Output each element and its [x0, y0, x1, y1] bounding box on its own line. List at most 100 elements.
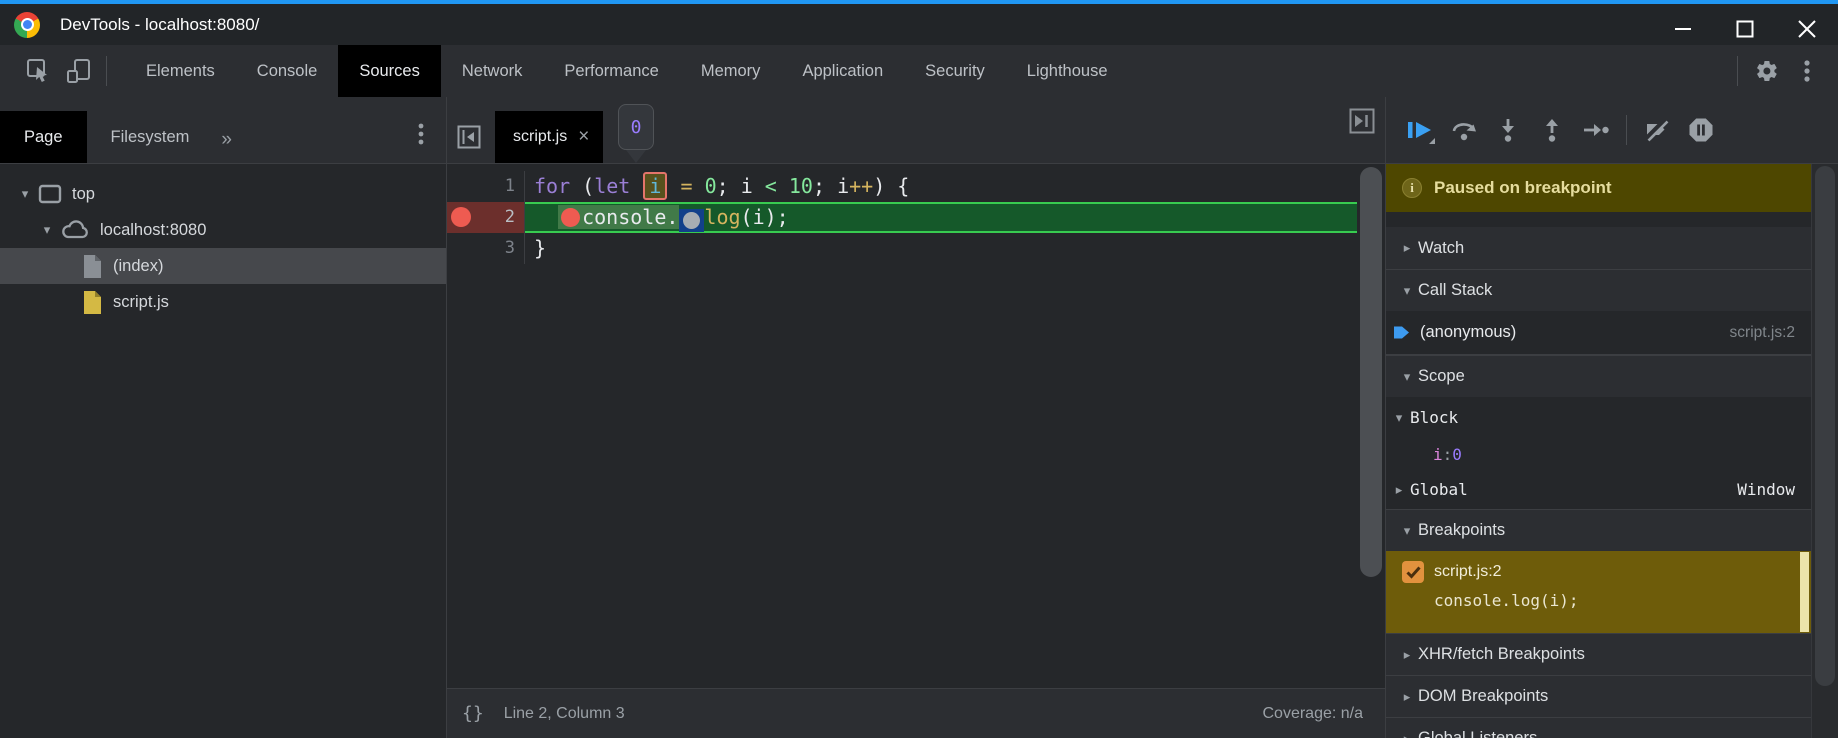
- tab-sources[interactable]: Sources: [338, 45, 441, 97]
- section-xhr-breakpoints[interactable]: ▸ XHR/fetch Breakpoints: [1386, 633, 1811, 675]
- code-token: ; i: [717, 174, 765, 198]
- code-line-content[interactable]: }: [525, 233, 1357, 264]
- tab-network[interactable]: Network: [441, 45, 544, 97]
- devtools-window: DevTools - localhost:8080/: [0, 0, 1838, 738]
- scope-global[interactable]: ▸ Global Window: [1386, 470, 1811, 509]
- collapse-arrow-icon: ▾: [1396, 523, 1418, 539]
- code-token: [534, 205, 558, 229]
- tree-item--index-[interactable]: (index): [0, 248, 446, 284]
- show-debugger-icon[interactable]: [1349, 108, 1375, 134]
- device-toolbar-icon[interactable]: [64, 56, 94, 86]
- title-bar: DevTools - localhost:8080/: [0, 0, 1838, 45]
- code-token: =: [680, 174, 692, 198]
- breakpoint-dot-icon[interactable]: [451, 207, 471, 227]
- expand-arrow-icon[interactable]: ▾: [36, 222, 58, 238]
- close-button[interactable]: [1776, 8, 1838, 49]
- code-token: [668, 174, 680, 198]
- section-breakpoints[interactable]: ▾ Breakpoints: [1386, 509, 1811, 551]
- editor-scrollbar-thumb[interactable]: [1360, 167, 1382, 577]
- tab-console[interactable]: Console: [236, 45, 339, 97]
- settings-gear-icon[interactable]: [1752, 56, 1782, 86]
- pretty-print-icon[interactable]: {}: [462, 703, 484, 724]
- line-number[interactable]: 1: [477, 171, 525, 202]
- tab-page[interactable]: Page: [0, 111, 87, 163]
- expand-arrow-icon[interactable]: ▾: [14, 186, 36, 202]
- tab-memory[interactable]: Memory: [680, 45, 782, 97]
- inline-breakpoint-active-icon[interactable]: [561, 208, 580, 227]
- window-title: DevTools - localhost:8080/: [60, 15, 259, 35]
- code-line-1: 1for (let i = 0; i < 10; i++) {: [447, 171, 1357, 202]
- step-over-button[interactable]: [1442, 110, 1486, 150]
- breakpoint-entry[interactable]: script.js:2 console.log(i);: [1386, 551, 1811, 633]
- more-options-kebab-icon[interactable]: [1792, 56, 1822, 86]
- section-call-stack[interactable]: ▾ Call Stack: [1386, 269, 1811, 311]
- tooltip-arrow: [626, 150, 646, 173]
- code-line-content[interactable]: for (let i = 0; i < 10; i++) {: [525, 171, 1357, 202]
- variable-separator: :: [1443, 445, 1453, 464]
- code-token: 10: [789, 174, 813, 198]
- line-number[interactable]: 3: [477, 233, 525, 264]
- tree-item-label: (index): [113, 257, 163, 276]
- step-button[interactable]: [1574, 110, 1618, 150]
- cursor-position: Line 2, Column 3: [504, 705, 625, 723]
- breakpoints-label: Breakpoints: [1418, 521, 1505, 540]
- tree-item-script-js[interactable]: script.js: [0, 284, 446, 320]
- sidebar-header: Page Filesystem »: [0, 97, 447, 164]
- breakpoint-checkbox[interactable]: [1402, 561, 1424, 583]
- tree-item-localhost-8080[interactable]: ▾localhost:8080: [0, 212, 446, 248]
- panel-tabs: ElementsConsoleSourcesNetworkPerformance…: [125, 45, 1129, 97]
- code-editor[interactable]: 1for (let i = 0; i < 10; i++) {2 console…: [447, 164, 1385, 688]
- tab-security[interactable]: Security: [904, 45, 1006, 97]
- section-global-listeners[interactable]: ▸ Global Listeners: [1386, 717, 1811, 738]
- editor-scrollbar[interactable]: [1357, 164, 1385, 688]
- current-frame-arrow-icon: [1392, 324, 1411, 341]
- resume-script-button[interactable]: [1398, 110, 1442, 150]
- collapse-arrow-icon: ▸: [1396, 689, 1418, 705]
- section-dom-breakpoints[interactable]: ▸ DOM Breakpoints: [1386, 675, 1811, 717]
- tab-performance[interactable]: Performance: [543, 45, 679, 97]
- breakpoint-gutter[interactable]: [447, 202, 477, 233]
- tree-item-top[interactable]: ▾top: [0, 176, 446, 212]
- code-line-content[interactable]: console.log(i);: [525, 202, 1357, 233]
- watch-label: Watch: [1418, 239, 1464, 258]
- code-token: ; i: [813, 174, 849, 198]
- editor-tab-scriptjs[interactable]: script.js ×: [495, 111, 603, 163]
- chrome-logo-icon: [14, 12, 40, 38]
- breakpoint-code: console.log(i);: [1434, 591, 1811, 610]
- tab-application[interactable]: Application: [781, 45, 904, 97]
- close-tab-icon[interactable]: ×: [578, 126, 589, 148]
- tab-elements[interactable]: Elements: [125, 45, 236, 97]
- pause-on-exceptions-button[interactable]: [1679, 110, 1723, 150]
- code-token: ++: [849, 174, 873, 198]
- hide-navigator-icon[interactable]: [457, 125, 481, 149]
- breakpoint-location: script.js:2: [1434, 563, 1502, 581]
- debugger-scrollbar-thumb[interactable]: [1815, 166, 1835, 686]
- scope-block[interactable]: ▾ Block: [1386, 397, 1811, 438]
- step-into-button[interactable]: [1486, 110, 1530, 150]
- more-tabs-chevron-icon[interactable]: »: [213, 129, 240, 163]
- tab-lighthouse[interactable]: Lighthouse: [1006, 45, 1129, 97]
- breakpoint-gutter[interactable]: [447, 171, 477, 202]
- editor-status-bar: {} Line 2, Column 3 Coverage: n/a: [447, 688, 1385, 738]
- step-out-button[interactable]: [1530, 110, 1574, 150]
- call-stack-frame[interactable]: (anonymous) script.js:2: [1386, 311, 1811, 355]
- debugger-scrollbar[interactable]: [1811, 164, 1838, 738]
- inline-breakpoint-candidate-icon[interactable]: [679, 209, 704, 232]
- inspect-element-icon[interactable]: [24, 56, 54, 86]
- scope-block-name: Block: [1410, 408, 1458, 427]
- minimize-button[interactable]: [1652, 8, 1714, 49]
- scope-variable[interactable]: i: 0: [1386, 438, 1811, 470]
- breakpoint-gutter[interactable]: [447, 233, 477, 264]
- tab-filesystem[interactable]: Filesystem: [87, 111, 214, 163]
- maximize-button[interactable]: [1714, 8, 1776, 49]
- paused-message: Paused on breakpoint: [1434, 178, 1612, 198]
- hovered-variable[interactable]: i: [643, 172, 667, 200]
- section-scope[interactable]: ▾ Scope: [1386, 355, 1811, 397]
- breakpoint-highlight-stripe: [1800, 552, 1809, 632]
- code-token: [630, 174, 642, 198]
- deactivate-breakpoints-button[interactable]: [1635, 110, 1679, 150]
- section-watch[interactable]: ▸ Watch: [1386, 227, 1811, 269]
- dom-breakpoints-label: DOM Breakpoints: [1418, 687, 1548, 706]
- line-number[interactable]: 2: [477, 202, 525, 233]
- sidebar-kebab-icon[interactable]: [418, 123, 424, 145]
